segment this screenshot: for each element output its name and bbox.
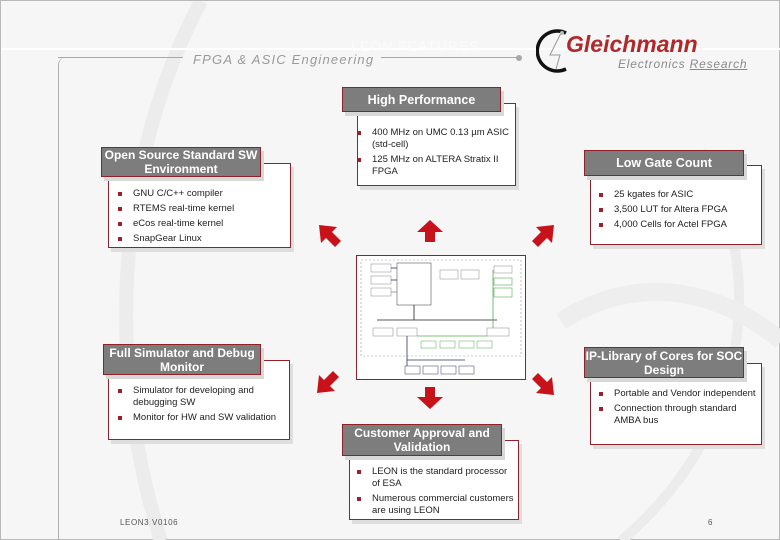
list-item: eCos real-time kernel [118,218,288,230]
arrow-down-left-icon [317,371,339,393]
arrow-up-icon [417,220,443,242]
header-rule-dot [516,55,522,61]
content-frame [58,57,68,540]
box-low-gate-count-list: 25 kgates for ASIC 3,500 LUT for Altera … [599,189,764,234]
box-open-source-title: Open Source Standard SW Environment [101,147,261,177]
arrow-up-left-icon [319,225,341,247]
box-high-performance-title: High Performance [342,87,501,112]
arrow-down-right-icon [532,373,554,395]
list-item: RTEMS real-time kernel [118,203,288,215]
logo-subtext: Electronics Research [618,57,747,71]
box-customer-approval-list: LEON is the standard processor of ESA Nu… [357,466,517,520]
list-item: Simulator for developing and debugging S… [118,385,286,409]
page-number: 6 [708,518,713,527]
list-item: Numerous commercial customers are using … [357,493,517,517]
list-item: 125 MHz on ALTERA Stratix II FPGA [357,154,515,178]
header-subtitle: FPGA & ASIC Engineering [193,52,375,67]
arrow-up-right-icon [532,225,554,247]
box-ip-library-title: IP-Library of Cores for SOC Design [584,347,744,378]
block-diagram-drawing [360,259,522,375]
box-open-source-list: GNU C/C++ compiler RTEMS real-time kerne… [118,188,288,248]
box-high-performance-list: 400 MHz on UMC 0.13 µm ASIC (std-cell) 1… [357,127,515,181]
logo-subtext-prefix: Electronics [618,57,690,71]
list-item: 400 MHz on UMC 0.13 µm ASIC (std-cell) [357,127,515,151]
header-rule-left [58,57,183,58]
leon-block-diagram [356,255,526,380]
list-item: Connection through standard AMBA bus [599,403,761,427]
box-simulator-list: Simulator for developing and debugging S… [118,385,286,427]
box-customer-approval-title: Customer Approval and Validation [342,424,502,456]
logo-brand-text: Gleichmann [566,31,698,57]
list-item: GNU C/C++ compiler [118,188,288,200]
list-item: LEON is the standard processor of ESA [357,466,517,490]
header-rule-right [381,57,519,58]
list-item: 3,500 LUT for Altera FPGA [599,204,764,216]
box-ip-library-list: Portable and Vendor independent Connecti… [599,388,761,430]
list-item: Monitor for HW and SW validation [118,412,286,424]
arrow-down-icon [417,387,443,409]
footer-version: LEON3 V0106 [120,518,179,527]
box-simulator-title: Full Simulator and Debug Monitor [103,344,261,375]
list-item: Portable and Vendor independent [599,388,761,400]
list-item: SnapGear Linux [118,233,288,245]
list-item: 25 kgates for ASIC [599,189,764,201]
box-low-gate-count-title: Low Gate Count [584,150,744,176]
list-item: 4,000 Cells for Actel FPGA [599,219,764,231]
company-logo: Gleichmann Electronics Research [536,23,766,83]
logo-subtext-research: Research [689,57,748,71]
